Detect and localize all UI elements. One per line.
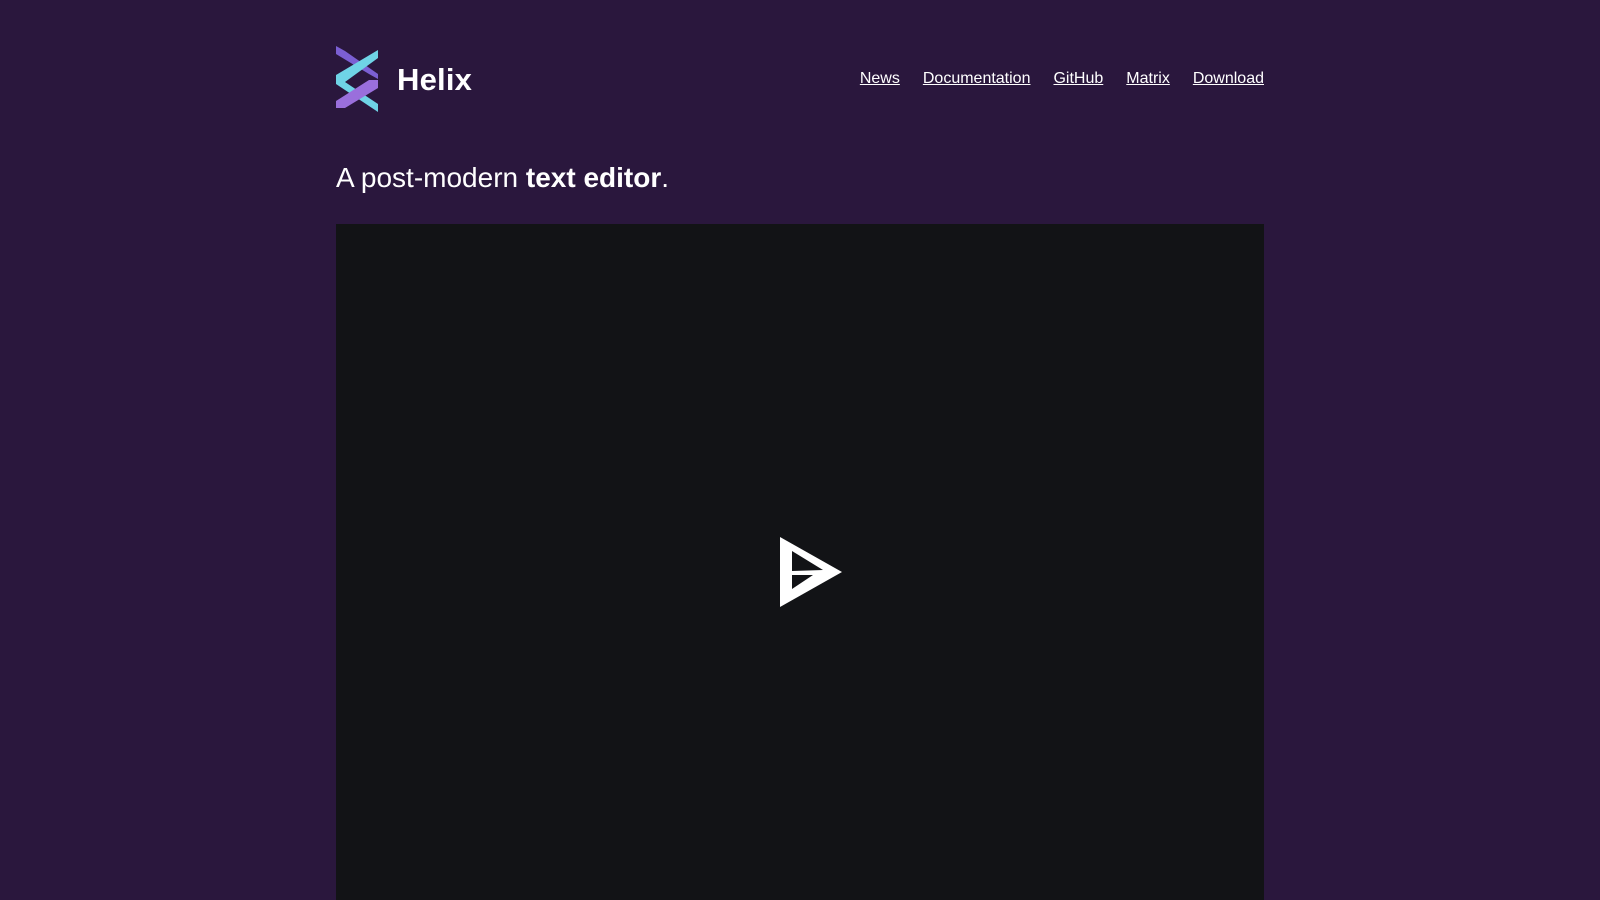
demo-video-player[interactable] [336, 224, 1264, 900]
site-header: Helix News Documentation GitHub Matrix D… [336, 46, 1264, 112]
helix-logo-icon [336, 46, 378, 112]
hero-tagline: A post-modern text editor. [336, 162, 669, 194]
page: Helix News Documentation GitHub Matrix D… [0, 0, 1600, 900]
brand-name: Helix [397, 61, 473, 97]
main-container: Helix News Documentation GitHub Matrix D… [336, 0, 1264, 900]
nav-documentation-link[interactable]: Documentation [923, 71, 1031, 87]
tagline-suffix: . [661, 162, 670, 193]
nav-matrix-link[interactable]: Matrix [1126, 71, 1170, 87]
nav-github-link[interactable]: GitHub [1053, 71, 1103, 87]
nav-download-link[interactable]: Download [1193, 71, 1264, 87]
tagline-emphasis: text editor [525, 162, 662, 193]
tagline-prefix: A post-modern [336, 162, 526, 193]
asciinema-play-icon[interactable] [780, 537, 842, 607]
main-nav: News Documentation GitHub Matrix Downloa… [860, 71, 1264, 87]
nav-news-link[interactable]: News [860, 71, 900, 87]
brand-home-link[interactable]: Helix [336, 46, 472, 112]
